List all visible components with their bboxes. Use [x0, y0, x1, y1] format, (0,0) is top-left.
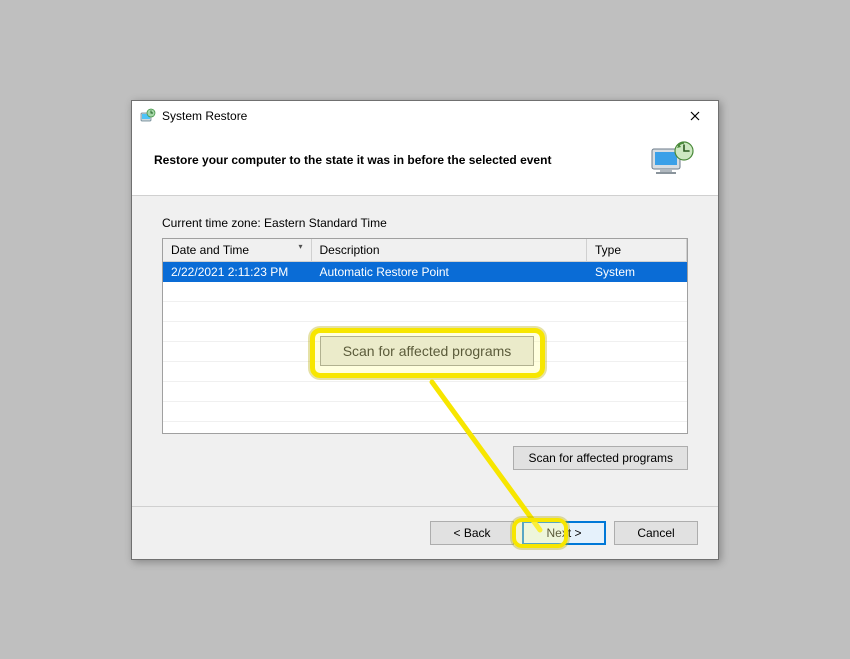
restore-points-table[interactable]: Date and Time ▾ Description Type 2/22/20…: [162, 238, 688, 434]
table-row-empty: [163, 322, 687, 342]
close-button[interactable]: [680, 104, 710, 128]
timezone-label: Current time zone: Eastern Standard Time: [162, 216, 688, 230]
column-header-description[interactable]: Description: [311, 239, 587, 262]
table-row-empty: [163, 362, 687, 382]
dialog-content: Current time zone: Eastern Standard Time…: [132, 196, 718, 480]
table-row-empty: [163, 382, 687, 402]
next-button[interactable]: Next >: [522, 521, 606, 545]
dialog-footer: < Back Next > Cancel: [132, 506, 718, 559]
cancel-button[interactable]: Cancel: [614, 521, 698, 545]
column-header-datetime[interactable]: Date and Time ▾: [163, 239, 311, 262]
table-row-empty: [163, 402, 687, 422]
system-restore-icon: [140, 108, 156, 124]
sort-descending-icon: ▾: [298, 242, 302, 251]
titlebar: System Restore: [132, 101, 718, 131]
titlebar-title: System Restore: [162, 109, 680, 123]
table-row-empty: [163, 302, 687, 322]
scan-row: Scan for affected programs: [162, 446, 688, 470]
scan-affected-programs-button[interactable]: Scan for affected programs: [513, 446, 688, 470]
cell-description: Automatic Restore Point: [311, 261, 587, 282]
system-restore-dialog: System Restore Restore your computer to …: [131, 100, 719, 560]
dialog-header: Restore your computer to the state it wa…: [132, 131, 718, 196]
back-button[interactable]: < Back: [430, 521, 514, 545]
restore-computer-icon: [648, 139, 696, 181]
header-heading: Restore your computer to the state it wa…: [154, 153, 551, 167]
table-row-empty: [163, 342, 687, 362]
cell-datetime: 2/22/2021 2:11:23 PM: [163, 261, 311, 282]
table-row[interactable]: 2/22/2021 2:11:23 PM Automatic Restore P…: [163, 261, 687, 282]
table-header-row: Date and Time ▾ Description Type: [163, 239, 687, 262]
cell-type: System: [587, 261, 687, 282]
column-header-type[interactable]: Type: [587, 239, 687, 262]
table-row-empty: [163, 282, 687, 302]
